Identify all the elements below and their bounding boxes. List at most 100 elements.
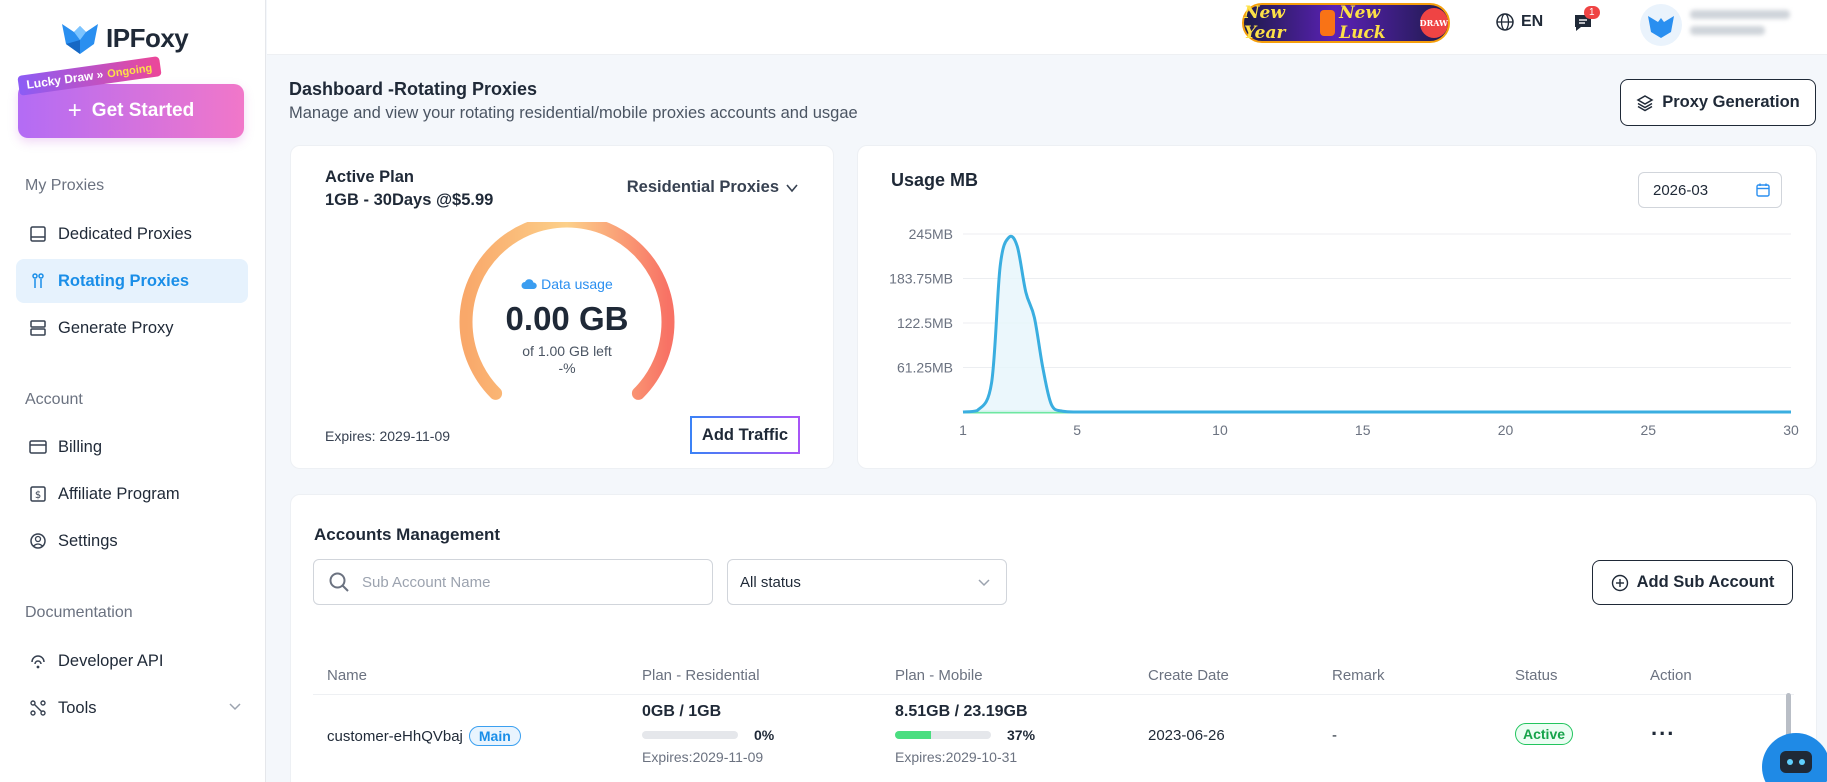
data-usage-label: Data usage	[541, 276, 613, 292]
table-cell-remark: -	[1332, 727, 1337, 744]
sidebar: IPFoxy + Get Started Lucky Draw » Ongoing…	[0, 0, 266, 782]
server-icon	[28, 318, 48, 338]
monitor-icon	[28, 224, 48, 244]
globe-icon	[1496, 13, 1514, 31]
y-tick-label: 61.25MB	[897, 360, 953, 376]
data-usage-value: 0.00 GB	[505, 300, 629, 337]
accounts-management-card: Accounts Management All status Add Sub A…	[290, 494, 1817, 782]
column-header-name: Name	[327, 667, 368, 684]
data-usage-gauge: Data usage 0.00 GB of 1.00 GB left -%	[457, 214, 677, 412]
column-header-plan-mobile: Plan - Mobile	[895, 667, 983, 684]
add-traffic-button[interactable]: Add Traffic	[690, 416, 800, 454]
usage-area-fill	[963, 236, 1791, 412]
table-cell-status: Active	[1515, 723, 1574, 745]
table-header-divider	[313, 694, 1794, 695]
proxy-generation-button[interactable]: Proxy Generation	[1620, 79, 1816, 126]
column-header-status: Status	[1515, 667, 1558, 684]
ongoing-label: Ongoing	[106, 62, 153, 81]
sidebar-item-developer-api[interactable]: Developer API	[16, 639, 248, 683]
sidebar-item-rotating-proxies[interactable]: Rotating Proxies	[16, 259, 248, 303]
x-tick-label: 10	[1212, 422, 1228, 438]
data-usage-caption: Data usage	[457, 276, 677, 292]
language-switcher[interactable]: EN	[1495, 12, 1543, 32]
x-tick-label: 25	[1640, 422, 1656, 438]
plus-icon: +	[67, 97, 82, 124]
mobile-expires: Expires:2029-10-31	[895, 749, 1018, 765]
avatar[interactable]	[1640, 4, 1682, 46]
language-label: EN	[1521, 13, 1544, 30]
sidebar-item-label: Dedicated Proxies	[58, 224, 192, 243]
column-header-action: Action	[1650, 667, 1692, 684]
chatbot-button[interactable]	[1762, 733, 1827, 782]
billing-icon	[28, 437, 48, 457]
mobile-progress-fill	[895, 731, 931, 739]
table-cell-create-date: 2023-06-26	[1148, 727, 1225, 744]
usage-series-line	[962, 234, 1791, 414]
sidebar-item-label: Settings	[58, 531, 118, 550]
column-header-remark: Remark	[1332, 667, 1385, 684]
sidebar-item-label: Billing	[58, 437, 103, 456]
robot-chat-icon	[1780, 751, 1812, 773]
x-tick-label: 15	[1355, 422, 1371, 438]
fox-logo-icon	[62, 24, 98, 54]
search-input[interactable]	[362, 573, 662, 591]
add-sub-account-button[interactable]: Add Sub Account	[1592, 560, 1793, 605]
sidebar-item-label: Developer API	[58, 651, 164, 670]
x-tick-label: 1	[959, 422, 967, 438]
data-percent-text: -%	[558, 360, 576, 376]
sidebar-item-label: Tools	[58, 698, 97, 717]
sidebar-item-billing[interactable]: Billing	[16, 425, 248, 469]
section-my-proxies: My Proxies	[25, 177, 105, 194]
layers-icon	[1636, 94, 1654, 111]
api-signal-icon	[28, 651, 48, 671]
account-name[interactable]: customer-eHhQVbaj	[327, 728, 463, 745]
chevron-down-icon	[228, 699, 242, 718]
add-sub-account-label: Add Sub Account	[1636, 573, 1775, 591]
sidebar-item-settings[interactable]: Settings	[16, 519, 248, 563]
row-action-more-button[interactable]: ...	[1651, 715, 1675, 741]
sidebar-item-dedicated-proxies[interactable]: Dedicated Proxies	[16, 212, 248, 256]
table-cell-name: customer-eHhQVbaj Main	[327, 726, 521, 746]
fox-avatar-icon	[1648, 16, 1674, 38]
y-tick-label: 245MB	[909, 226, 953, 242]
cloud-icon	[521, 279, 537, 289]
residential-percent: 0%	[754, 727, 775, 743]
data-left-text: of 1.00 GB left	[522, 343, 612, 359]
rotating-proxy-icon	[28, 271, 48, 291]
sidebar-item-affiliate-program[interactable]: $ Affiliate Program	[16, 472, 248, 516]
residential-expires: Expires:2029-11-09	[642, 749, 764, 765]
search-icon	[329, 572, 349, 592]
sidebar-item-label: Affiliate Program	[58, 484, 180, 503]
column-header-plan-residential: Plan - Residential	[642, 667, 760, 684]
active-plan-card: Active Plan 1GB - 30Days @$5.99 Resident…	[290, 145, 834, 469]
search-box	[313, 559, 713, 605]
plan-title: Active Plan	[325, 168, 414, 186]
banner-text-1: New Year	[1244, 3, 1286, 43]
get-started-label: Get Started	[91, 100, 195, 121]
proxy-generation-label: Proxy Generation	[1662, 93, 1800, 111]
sidebar-item-tools[interactable]: Tools	[16, 686, 248, 730]
y-tick-label: 183.75MB	[889, 271, 953, 287]
messages-button[interactable]: 1	[1572, 6, 1600, 39]
x-tick-label: 5	[1073, 422, 1081, 438]
svg-text:$: $	[35, 490, 41, 501]
page-title: Dashboard -Rotating Proxies	[289, 79, 538, 99]
residential-progress-bar	[642, 731, 738, 739]
proxy-type-dropdown[interactable]: Residential Proxies	[627, 178, 799, 197]
new-year-banner[interactable]: New Year New Luck DRAW	[1242, 3, 1450, 43]
phone-gift-icon	[1320, 10, 1336, 36]
dollar-icon: $	[28, 484, 48, 504]
mobile-percent: 37%	[1007, 727, 1036, 743]
table-cell-plan-mobile: 8.51GB / 23.19GB 37% Expires:2029-10-31	[895, 703, 1035, 765]
top-bar: New Year New Luck DRAW EN 1	[267, 0, 1827, 55]
user-info-blurred[interactable]	[1690, 10, 1800, 40]
sidebar-item-label: Rotating Proxies	[58, 271, 190, 290]
status-filter-select[interactable]: All status	[727, 559, 1007, 605]
sidebar-item-label: Generate Proxy	[58, 318, 174, 337]
sidebar-item-generate-proxy[interactable]: Generate Proxy	[16, 306, 248, 350]
logo[interactable]: IPFoxy	[60, 20, 189, 56]
message-count-badge: 1	[1584, 6, 1600, 19]
get-started-button[interactable]: + Get Started	[18, 84, 244, 138]
plan-description: 1GB - 30Days @$5.99	[325, 191, 494, 209]
usage-card: Usage MB 2026-03 245MB 183.75MB 122.5MB 61.…	[857, 145, 1817, 469]
